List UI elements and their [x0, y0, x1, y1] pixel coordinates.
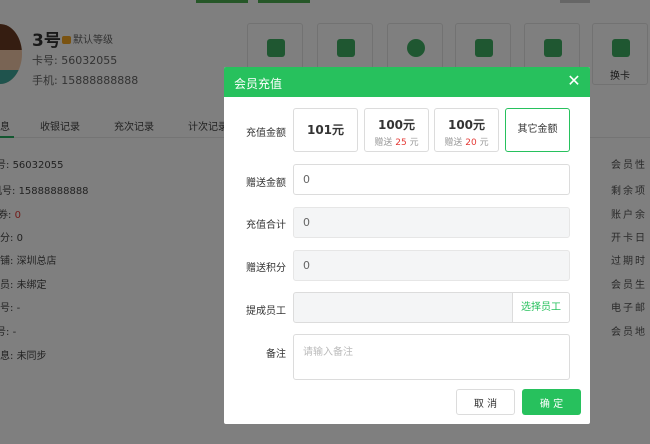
select-staff-button[interactable]: 选择员工: [512, 293, 569, 322]
recharge-dialog: 会员充值 ✕ 充值金额 101元 100元 赠送 25 元 100元 赠送 20…: [224, 67, 590, 424]
close-icon[interactable]: ✕: [566, 73, 582, 89]
total-label: 充值合计: [246, 220, 286, 231]
gift-value: 20: [465, 138, 477, 148]
amount-option-value: 100元: [377, 118, 416, 132]
staff-label: 提成员工: [246, 306, 286, 317]
amount-option-101[interactable]: 101元: [293, 108, 358, 152]
amount-option-value: 其它金额: [517, 124, 558, 135]
total-field: 0: [293, 207, 570, 238]
confirm-button[interactable]: 确 定: [522, 389, 581, 415]
dialog-title: 会员充值: [234, 77, 283, 91]
amount-label: 充值金额: [246, 128, 286, 139]
amount-option-other[interactable]: 其它金额: [505, 108, 570, 152]
gift-points-label: 赠送积分: [246, 263, 286, 274]
remark-label: 备注: [266, 349, 286, 360]
amount-option-gift: 赠送 25 元: [365, 135, 428, 148]
amount-option-gift: 赠送 20 元: [435, 135, 498, 148]
gift-points-field: 0: [293, 250, 570, 281]
gift-amount-input[interactable]: 0: [293, 164, 570, 195]
amount-option-value: 101元: [306, 123, 345, 137]
gift-unit: 元: [479, 138, 489, 148]
amount-option-100-gift-20[interactable]: 100元 赠送 20 元: [434, 108, 499, 152]
cancel-button[interactable]: 取 消: [456, 389, 515, 415]
amount-option-100-gift-25[interactable]: 100元 赠送 25 元: [364, 108, 429, 152]
staff-field[interactable]: 选择员工: [293, 292, 570, 323]
gift-value: 25: [395, 138, 407, 148]
amount-option-value: 100元: [447, 118, 486, 132]
gift-prefix: 赠送: [444, 138, 463, 148]
gift-prefix: 赠送: [374, 138, 393, 148]
gift-unit: 元: [409, 138, 419, 148]
dialog-header: 会员充值 ✕: [224, 67, 590, 97]
gift-amount-label: 赠送金额: [246, 178, 286, 189]
remark-input[interactable]: [293, 334, 570, 380]
